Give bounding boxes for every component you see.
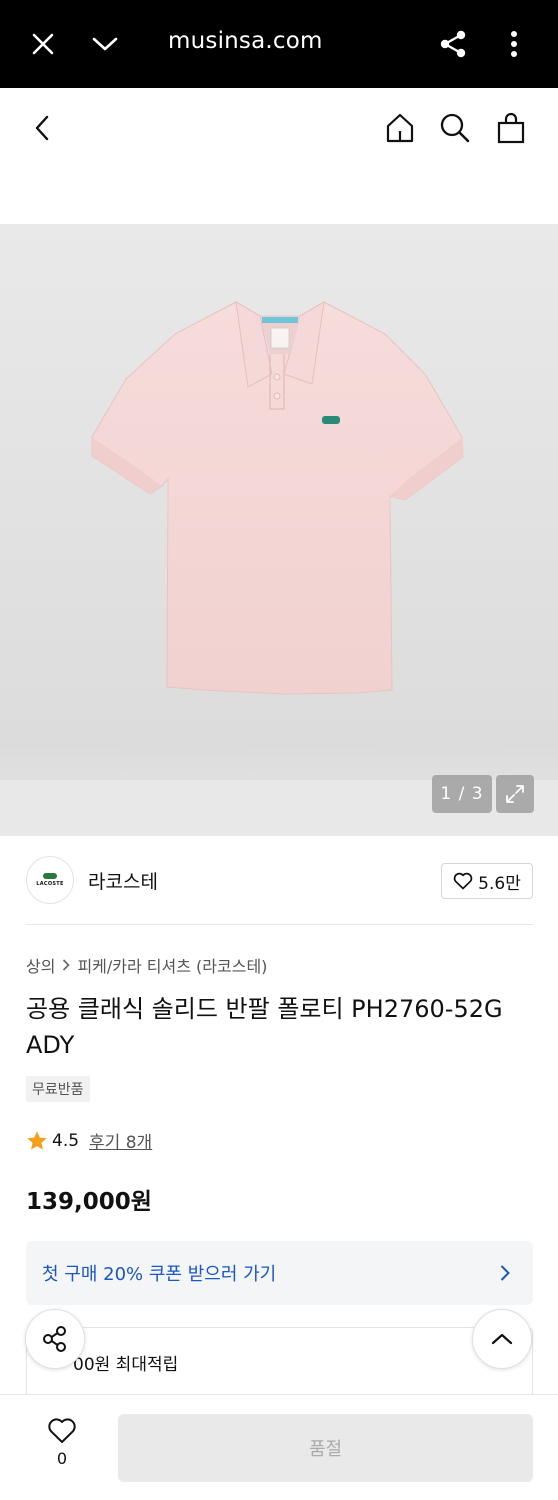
floating-share-button[interactable] bbox=[25, 1309, 85, 1369]
share-icon[interactable] bbox=[433, 24, 473, 64]
bottom-purchase-bar: 0 품절 bbox=[0, 1394, 558, 1500]
chevron-right-icon bbox=[500, 1265, 510, 1281]
brand-row: LACOSTE 라코스테 5.6만 bbox=[0, 836, 558, 926]
rating-value: 4.5 bbox=[52, 1130, 80, 1151]
address-bar-url[interactable]: musinsa.com bbox=[168, 28, 323, 54]
close-icon[interactable] bbox=[23, 24, 63, 64]
star-icon bbox=[27, 1130, 47, 1150]
scroll-to-top-button[interactable] bbox=[472, 1309, 532, 1369]
wishlist-count: 0 bbox=[56, 1449, 68, 1468]
brand-like-count: 5.6만 bbox=[478, 873, 521, 894]
expand-icon[interactable] bbox=[496, 775, 534, 813]
chevron-right-icon bbox=[63, 959, 71, 971]
product-price: 139,000원 bbox=[26, 1189, 152, 1215]
breadcrumb-item-1[interactable]: 상의 bbox=[26, 953, 55, 977]
free-return-badge: 무료반품 bbox=[26, 1076, 90, 1102]
more-vertical-icon[interactable] bbox=[494, 24, 534, 64]
chevron-down-icon[interactable] bbox=[85, 24, 125, 64]
app-header bbox=[0, 88, 558, 168]
review-link[interactable]: 후기 8개 bbox=[89, 1128, 152, 1153]
back-icon[interactable] bbox=[22, 108, 62, 148]
croc-logo-icon bbox=[43, 873, 57, 879]
cart-icon[interactable] bbox=[491, 108, 531, 148]
share-icon bbox=[43, 1326, 66, 1352]
breadcrumb: 상의 피케/카라 티셔츠 (라코스테) bbox=[26, 953, 267, 977]
coupon-label: 첫 구매 20% 쿠폰 받으러 가기 bbox=[42, 1264, 277, 1285]
product-image bbox=[91, 301, 464, 695]
product-title: 공용 클래식 솔리드 반팔 폴로티 PH2760-52G ADY bbox=[26, 995, 503, 1059]
points-text: 00원 최대적립 bbox=[73, 1355, 179, 1375]
brand-name[interactable]: 라코스테 bbox=[88, 867, 158, 894]
image-counter: 1 / 3 bbox=[432, 775, 492, 813]
product-image-gallery[interactable]: 1 / 3 bbox=[0, 224, 558, 836]
chevron-up-icon bbox=[491, 1333, 513, 1345]
browser-toolbar: musinsa.com bbox=[0, 0, 558, 88]
breadcrumb-item-2[interactable]: 피케/카라 티셔츠 (라코스테) bbox=[77, 953, 267, 977]
sold-out-button[interactable]: 품절 bbox=[118, 1414, 533, 1482]
search-icon[interactable] bbox=[435, 108, 475, 148]
divider bbox=[26, 924, 533, 925]
rating-row: 4.5 후기 8개 bbox=[26, 1128, 152, 1153]
wishlist-button[interactable]: 0 bbox=[38, 1417, 86, 1477]
heart-icon bbox=[48, 1418, 76, 1443]
brand-like-button[interactable]: 5.6만 bbox=[441, 863, 533, 899]
first-purchase-coupon-banner[interactable]: 첫 구매 20% 쿠폰 받으러 가기 bbox=[26, 1241, 533, 1305]
home-icon[interactable] bbox=[380, 108, 420, 148]
heart-icon bbox=[453, 872, 473, 890]
brand-logo-text: LACOSTE bbox=[36, 881, 64, 887]
brand-logo[interactable]: LACOSTE bbox=[26, 856, 74, 904]
